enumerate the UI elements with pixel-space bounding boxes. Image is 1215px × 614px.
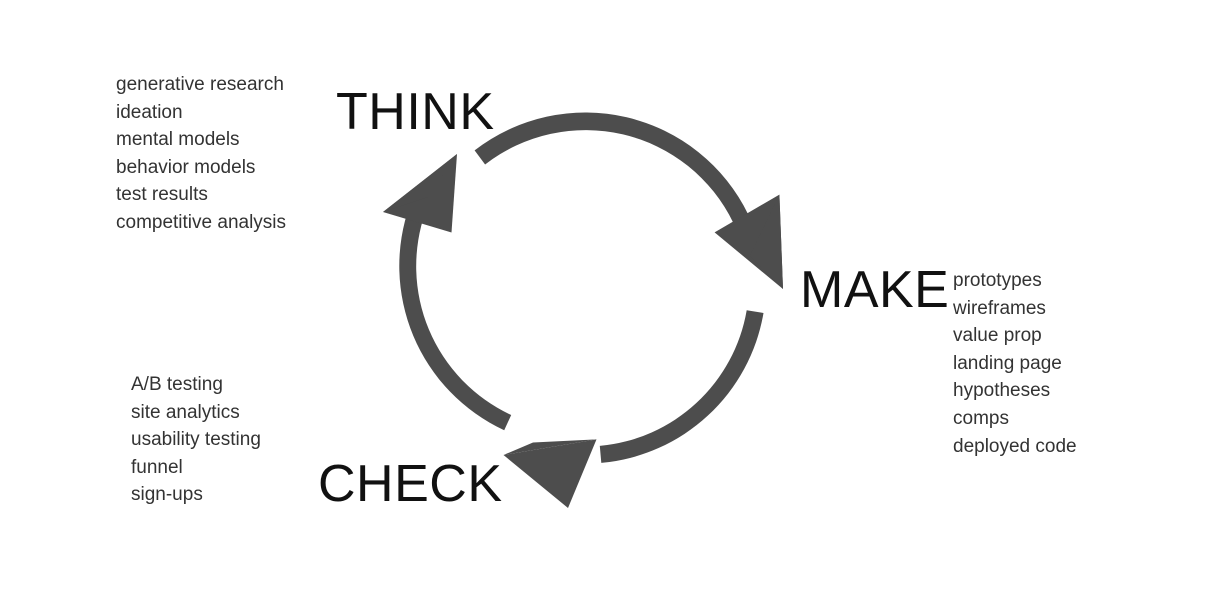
- keyword-list-think: generative research ideation mental mode…: [116, 71, 286, 237]
- keyword-item: site analytics: [131, 401, 240, 423]
- arrow-make-to-check: [503, 310, 764, 508]
- keyword-item: comps: [953, 407, 1009, 429]
- stage-label-think: THINK: [336, 83, 495, 141]
- keyword-item: deployed code: [953, 435, 1077, 457]
- keyword-item: hypotheses: [953, 380, 1051, 402]
- keyword-item: sign-ups: [131, 484, 203, 506]
- keyword-item: funnel: [131, 456, 183, 478]
- arc-think-to-make: [474, 112, 749, 223]
- arc-check-to-think: [399, 204, 512, 431]
- stage-label-make: MAKE: [800, 261, 950, 319]
- keyword-item: behavior models: [116, 156, 256, 178]
- keyword-item: A/B testing: [131, 374, 223, 395]
- keyword-item: ideation: [116, 101, 183, 123]
- keyword-item: usability testing: [131, 429, 261, 451]
- keyword-list-make: prototypes wireframes value prop landing…: [953, 267, 1077, 460]
- arc-make-to-check: [599, 310, 764, 463]
- keyword-item: test results: [116, 184, 208, 206]
- arrow-check-to-think: [383, 154, 512, 431]
- keyword-item: generative research: [116, 74, 284, 95]
- keyword-item: competitive analysis: [116, 211, 287, 233]
- keyword-item: mental models: [116, 129, 240, 151]
- keyword-item: value prop: [953, 325, 1042, 347]
- diagram-canvas: THINK MAKE CHECK generative research ide…: [0, 0, 1215, 614]
- keyword-item: prototypes: [953, 270, 1042, 291]
- keyword-item: landing page: [953, 352, 1062, 374]
- keyword-list-check: A/B testing site analytics usability tes…: [131, 371, 261, 509]
- arrow-think-to-make: [474, 112, 783, 289]
- stage-label-check: CHECK: [318, 455, 503, 513]
- keyword-item: wireframes: [953, 297, 1046, 319]
